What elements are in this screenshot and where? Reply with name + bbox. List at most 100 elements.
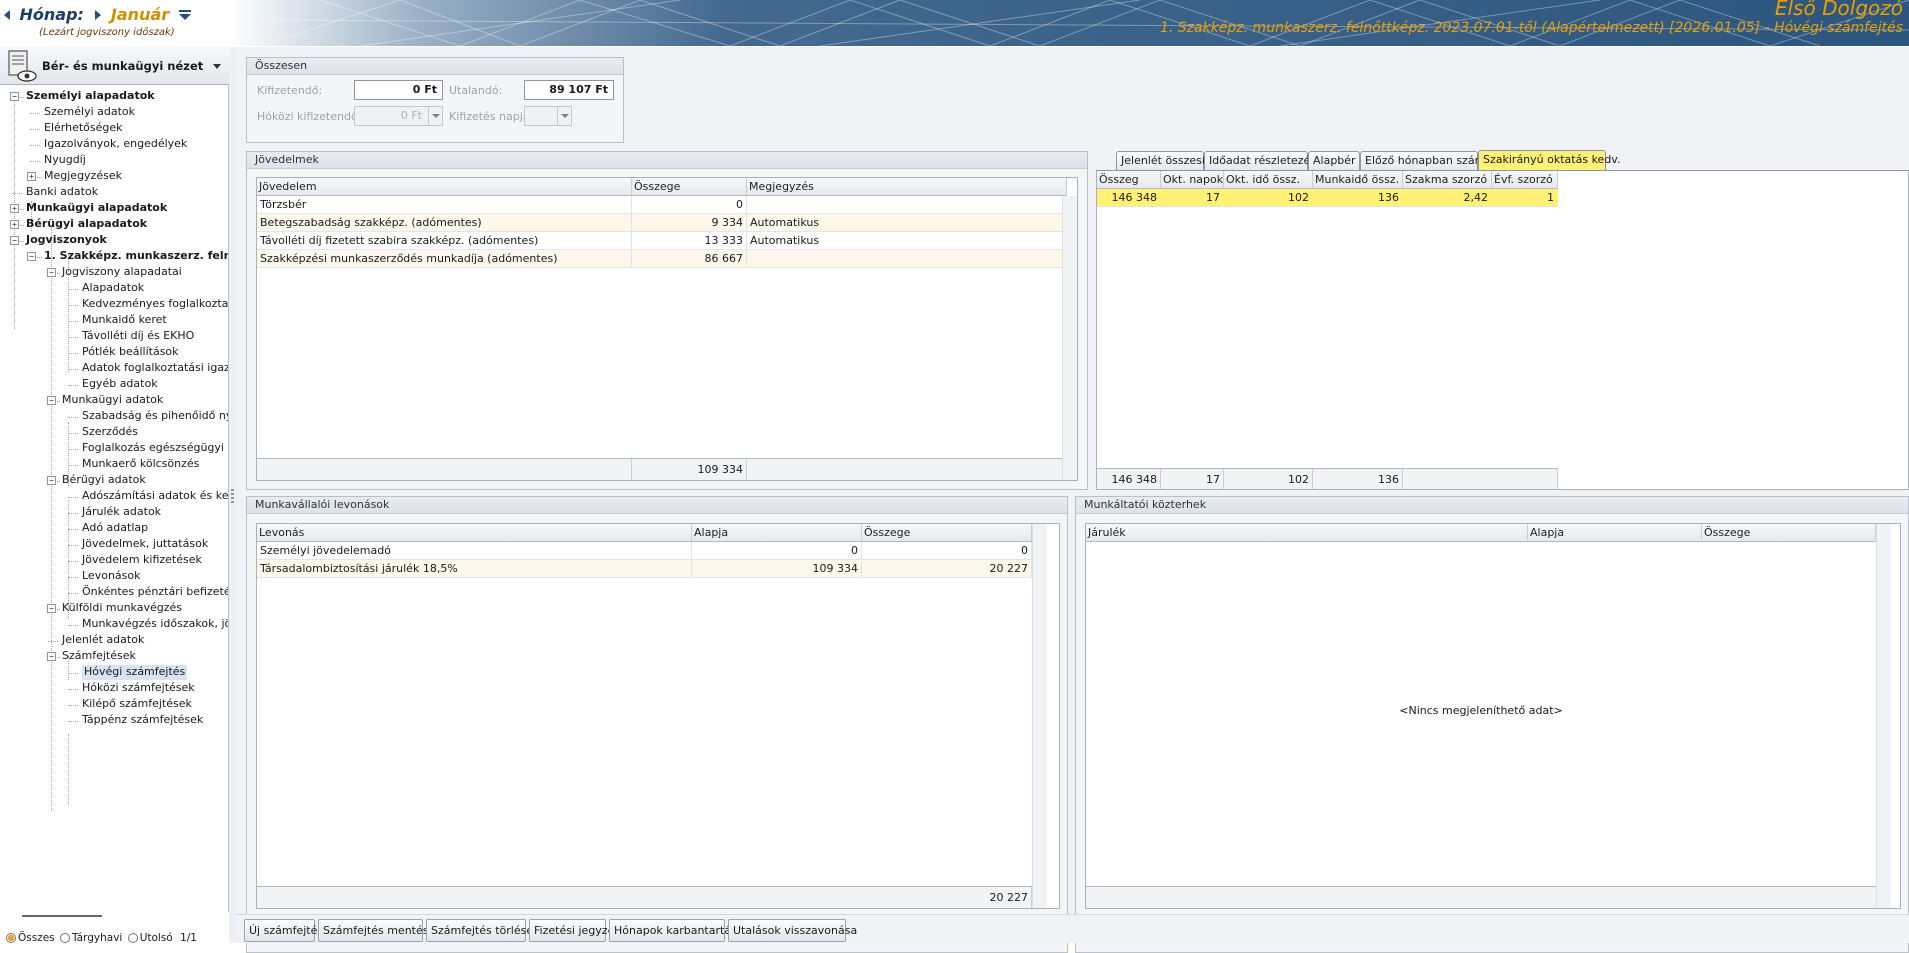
tree-item[interactable]: Jövedelem kifizetések: [82, 553, 202, 568]
tab-column-header[interactable]: Összeg: [1097, 171, 1161, 189]
tree-item[interactable]: Járulék adatok: [82, 505, 161, 520]
tab-time-details[interactable]: Időadat részletezés: [1204, 151, 1316, 170]
tree-item[interactable]: Pótlék beállítások: [82, 345, 179, 360]
income-name-cell: Törzsbér: [257, 196, 632, 214]
tree-item[interactable]: Bérügyi alapadatok: [26, 217, 147, 232]
collapse-icon[interactable]: −: [10, 92, 19, 101]
income-column-header[interactable]: Jövedelem: [257, 178, 632, 196]
collapse-icon[interactable]: −: [47, 652, 56, 661]
employer-charges-scrollbar[interactable]: [1876, 524, 1891, 908]
expand-icon[interactable]: +: [10, 204, 19, 213]
employer-charges-column-header[interactable]: Összege: [1702, 524, 1876, 542]
employer-charges-column-header[interactable]: Alapja: [1528, 524, 1702, 542]
tree-item[interactable]: Elérhetőségek: [44, 121, 123, 136]
month-maintenance-button[interactable]: Hónapok karbantartása: [609, 919, 744, 942]
tree-item[interactable]: Egyéb adatok: [82, 377, 158, 392]
kifizetendo-field[interactable]: 0 Ft: [354, 80, 443, 100]
tree-item[interactable]: Jövedelmek, juttatások: [82, 537, 208, 552]
tree-item[interactable]: Adószámítási adatok és kedve: [82, 489, 228, 504]
income-column-header[interactable]: Megjegyzés: [747, 178, 1067, 196]
view-selector[interactable]: Bér- és munkaügyi nézet: [0, 47, 229, 85]
tab-column-header[interactable]: Munkaidő össz.: [1313, 171, 1403, 189]
tree-item[interactable]: Jelenlét adatok: [62, 633, 144, 648]
tab-vocational[interactable]: Szakirányú oktatás kedv.: [1478, 150, 1620, 170]
tree-item[interactable]: Szerződés: [82, 425, 138, 440]
tree-item[interactable]: Alapadatok: [82, 281, 144, 296]
utalando-field[interactable]: 89 107 Ft: [524, 80, 614, 100]
tree-item[interactable]: Munkaerő kölcsönzés: [82, 457, 199, 472]
collapse-icon[interactable]: −: [27, 252, 36, 261]
deductions-column-header[interactable]: Levonás: [257, 524, 692, 542]
income-note-cell: [747, 196, 1067, 214]
tree-item[interactable]: Igazolványok, engedélyek: [44, 137, 187, 152]
expand-icon[interactable]: +: [10, 220, 19, 229]
tree-item[interactable]: Foglalkozás egészségügyi ada: [82, 441, 228, 456]
tab-column-header[interactable]: Okt. idő össz.: [1224, 171, 1313, 189]
tab-base-salary[interactable]: Alapbér: [1308, 151, 1360, 170]
kifizetendo-label: Kifizetendő:: [257, 84, 323, 97]
radio-last[interactable]: [127, 933, 138, 943]
tree-item[interactable]: Jogviszony alapadatai: [62, 265, 182, 280]
income-column-header[interactable]: Összege: [632, 178, 747, 196]
chevron-down-icon[interactable]: [213, 64, 221, 69]
tree-item[interactable]: Jogviszonyok: [26, 233, 107, 248]
month-value[interactable]: Január: [111, 5, 169, 24]
tab-column-header[interactable]: Szakma szorzó: [1403, 171, 1492, 189]
radio-month[interactable]: [60, 933, 70, 943]
delete-calculation-button[interactable]: Számfejtés törlése: [426, 919, 533, 942]
deductions-column-header[interactable]: Alapja: [692, 524, 862, 542]
month-dropdown-icon[interactable]: [178, 9, 191, 20]
radio-all[interactable]: [6, 933, 16, 943]
tree-item[interactable]: Táppénz számfejtések: [82, 713, 203, 728]
tree-item[interactable]: 1. Szakképz. munkaszerz. felnőtt: [44, 249, 228, 264]
tree-item[interactable]: Önkéntes pénztári befizetések: [82, 585, 228, 600]
tab-column-header[interactable]: Okt. napok: [1161, 171, 1224, 189]
income-grid[interactable]: Jövedelem Összege Megjegyzés Törzsbér 0 Beteg…: [256, 177, 1078, 481]
tree-item[interactable]: Munkaügyi adatok: [62, 393, 163, 408]
collapse-icon[interactable]: −: [47, 604, 56, 613]
tree-item[interactable]: Távolléti díj és EKHO: [82, 329, 194, 344]
tab-attendance[interactable]: Jelenlét összesítő: [1116, 151, 1216, 170]
new-calculation-button[interactable]: Új számfejtés: [244, 919, 323, 942]
tree-item[interactable]: Kedvezményes foglalkoztatás: [82, 297, 228, 312]
splitter-grip-icon[interactable]: [231, 489, 234, 503]
tree-item[interactable]: Külföldi munkavégzés: [62, 601, 182, 616]
collapse-icon[interactable]: −: [47, 476, 56, 485]
tree-item[interactable]: Nyugdíj: [44, 153, 86, 168]
collapse-icon[interactable]: −: [10, 236, 19, 245]
tree-item[interactable]: Adatok foglalkoztatási igazolás: [82, 361, 228, 376]
tree-item[interactable]: Banki adatok: [26, 185, 98, 200]
tree-item[interactable]: Kilépő számfejtések: [82, 697, 192, 712]
tree-item[interactable]: Hóközi számfejtések: [82, 681, 195, 696]
tab-column-header[interactable]: Évf. szorzó: [1492, 171, 1558, 189]
prev-month-icon[interactable]: [4, 9, 10, 20]
deductions-column-header[interactable]: Összege: [862, 524, 1032, 542]
tree-item[interactable]: Munkaidő keret: [82, 313, 167, 328]
tree-item[interactable]: Munkaügyi alapadatok: [26, 201, 167, 216]
save-calculation-button[interactable]: Számfejtés mentése: [318, 919, 435, 942]
tree-item[interactable]: Számfejtések: [62, 649, 136, 664]
tree-item[interactable]: Megjegyzések: [44, 169, 122, 184]
tree-item[interactable]: Bérügyi adatok: [62, 473, 146, 488]
collapse-icon[interactable]: −: [47, 268, 56, 277]
payslip-button[interactable]: Fizetési jegyzék: [529, 919, 621, 942]
panel-splitter[interactable]: [229, 47, 236, 943]
collapse-icon[interactable]: −: [47, 396, 56, 405]
expand-icon[interactable]: +: [27, 172, 36, 181]
employer-charges-grid[interactable]: Járulék Alapja Összege <Nincs megjeleníthet…: [1085, 523, 1901, 909]
next-month-icon[interactable]: [95, 9, 102, 20]
tree-item[interactable]: Adó adatlap: [82, 521, 148, 536]
tree-item[interactable]: Személyi adatok: [44, 105, 135, 120]
revoke-transfers-button[interactable]: Utalások visszavonása: [728, 919, 857, 942]
tree-item[interactable]: Szabadság és pihenőidő nyilvá: [82, 409, 228, 424]
deductions-scrollbar[interactable]: [1032, 524, 1047, 908]
tab-content-grid[interactable]: Összeg Okt. napok Okt. idő össz. Munkaidő ö…: [1096, 171, 1909, 490]
tree-item[interactable]: Munkavégzés időszakok, jöved: [82, 617, 228, 632]
tab-cafeteria[interactable]: Előző hónapban számf. cafeteria: [1360, 151, 1544, 170]
income-scrollbar[interactable]: [1062, 196, 1077, 480]
tree-item[interactable]: Hóvégi számfejtés: [82, 665, 188, 680]
tree-item[interactable]: Személyi alapadatok: [26, 89, 155, 104]
tree-item[interactable]: Levonások: [82, 569, 141, 584]
deductions-grid[interactable]: Levonás Alapja Összege Személyi jövedelemad…: [256, 523, 1060, 909]
employer-charges-column-header[interactable]: Járulék: [1086, 524, 1528, 542]
